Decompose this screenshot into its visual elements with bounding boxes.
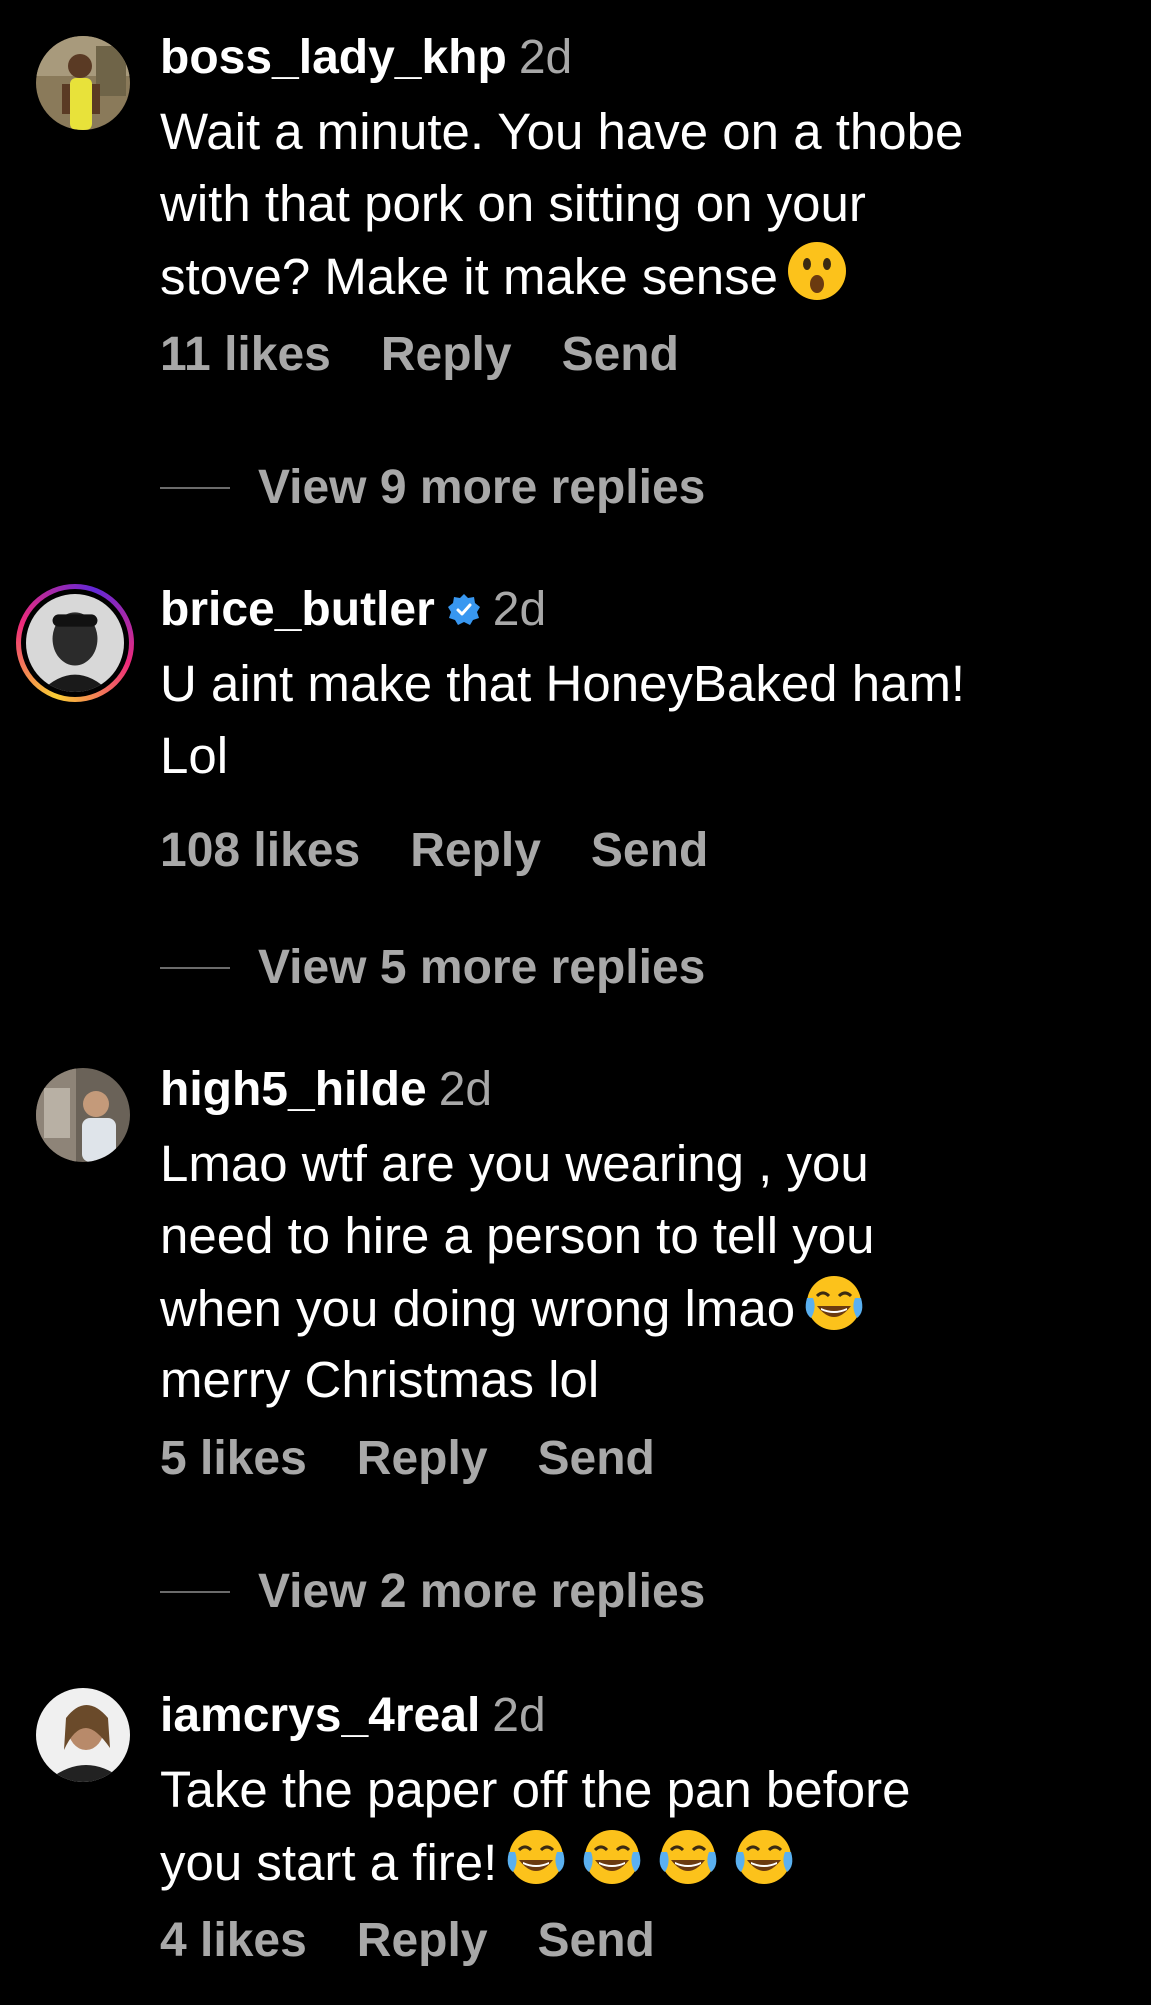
- tears-of-joy-icon: [505, 1826, 567, 1888]
- send-button[interactable]: Send: [562, 327, 679, 382]
- view-more-replies-button[interactable]: View 2 more replies: [160, 1564, 705, 1619]
- comment-line: Take the paper off the pan before: [160, 1761, 911, 1818]
- timestamp: 2d: [518, 31, 573, 84]
- comment-text: Lmao wtf are you wearing , you need to h…: [160, 1128, 1120, 1416]
- tears-of-joy-icon: [581, 1826, 643, 1888]
- send-button[interactable]: Send: [591, 823, 708, 878]
- comment-line: when you doing wrong lmao: [160, 1280, 796, 1337]
- reply-button[interactable]: Reply: [357, 1431, 488, 1486]
- username[interactable]: high5_hilde: [160, 1058, 427, 1122]
- username[interactable]: boss_lady_khp: [160, 26, 507, 90]
- view-more-replies-label: View 9 more replies: [258, 461, 706, 514]
- reply-button[interactable]: Reply: [357, 1913, 488, 1968]
- comment-line: Lmao wtf are you wearing , you: [160, 1135, 869, 1192]
- tears-of-joy-icon: [803, 1272, 865, 1334]
- likes-count: 108 likes: [160, 823, 361, 877]
- view-more-replies-button[interactable]: View 5 more replies: [160, 940, 705, 995]
- avatar[interactable]: [36, 36, 130, 130]
- divider: [160, 486, 230, 489]
- tears-of-joy-icon: [733, 1826, 795, 1888]
- divider: [160, 966, 230, 969]
- comment-line-with-emoji: stove? Make it make sense: [160, 240, 1120, 312]
- likes-count: 5 likes: [160, 1431, 307, 1485]
- reply-button[interactable]: Reply: [410, 823, 541, 878]
- reply-button[interactable]: Reply: [381, 327, 512, 382]
- view-more-replies-button[interactable]: View 9 more replies: [160, 460, 705, 515]
- timestamp: 2d: [492, 583, 547, 636]
- username[interactable]: iamcrys_4real: [160, 1684, 480, 1748]
- send-button[interactable]: Send: [538, 1913, 655, 1968]
- likes-count: 4 likes: [160, 1913, 307, 1967]
- divider: [160, 1590, 230, 1593]
- comment-text: U aint make that HoneyBaked ham! Lol: [160, 648, 1120, 792]
- comment-text: Wait a minute. You have on a thobe with …: [160, 96, 1120, 312]
- view-more-replies-label: View 5 more replies: [258, 941, 706, 994]
- hushed-face-icon: [786, 240, 848, 302]
- avatar-with-story-ring[interactable]: [16, 584, 134, 702]
- timestamp: 2d: [438, 1063, 493, 1116]
- comment-text: Take the paper off the pan before you st…: [160, 1754, 1120, 1898]
- username[interactable]: brice_butler: [160, 578, 435, 642]
- comment-line-with-emoji: when you doing wrong lmao: [160, 1272, 1120, 1344]
- timestamp: 2d: [492, 1689, 546, 1742]
- comment-line: with that pork on sitting on your: [160, 175, 866, 232]
- comment-line: stove? Make it make sense: [160, 248, 778, 305]
- avatar[interactable]: [36, 1688, 130, 1782]
- avatar[interactable]: [36, 1068, 130, 1162]
- comment-line: need to hire a person to tell you: [160, 1207, 875, 1264]
- comment-line: Wait a minute. You have on a thobe: [160, 103, 964, 160]
- view-more-replies-label: View 2 more replies: [258, 1565, 706, 1618]
- likes-count: 11 likes: [160, 327, 331, 381]
- verified-badge-icon: [447, 593, 481, 627]
- comment-line: merry Christmas lol: [160, 1351, 600, 1408]
- comment-line: you start a fire!: [160, 1834, 498, 1891]
- send-button[interactable]: Send: [538, 1431, 655, 1486]
- comment-line-with-emoji: you start a fire!: [160, 1826, 1120, 1898]
- tears-of-joy-icon: [657, 1826, 719, 1888]
- comment-line: U aint make that HoneyBaked ham!: [160, 655, 966, 712]
- comment-line: Lol: [160, 727, 229, 784]
